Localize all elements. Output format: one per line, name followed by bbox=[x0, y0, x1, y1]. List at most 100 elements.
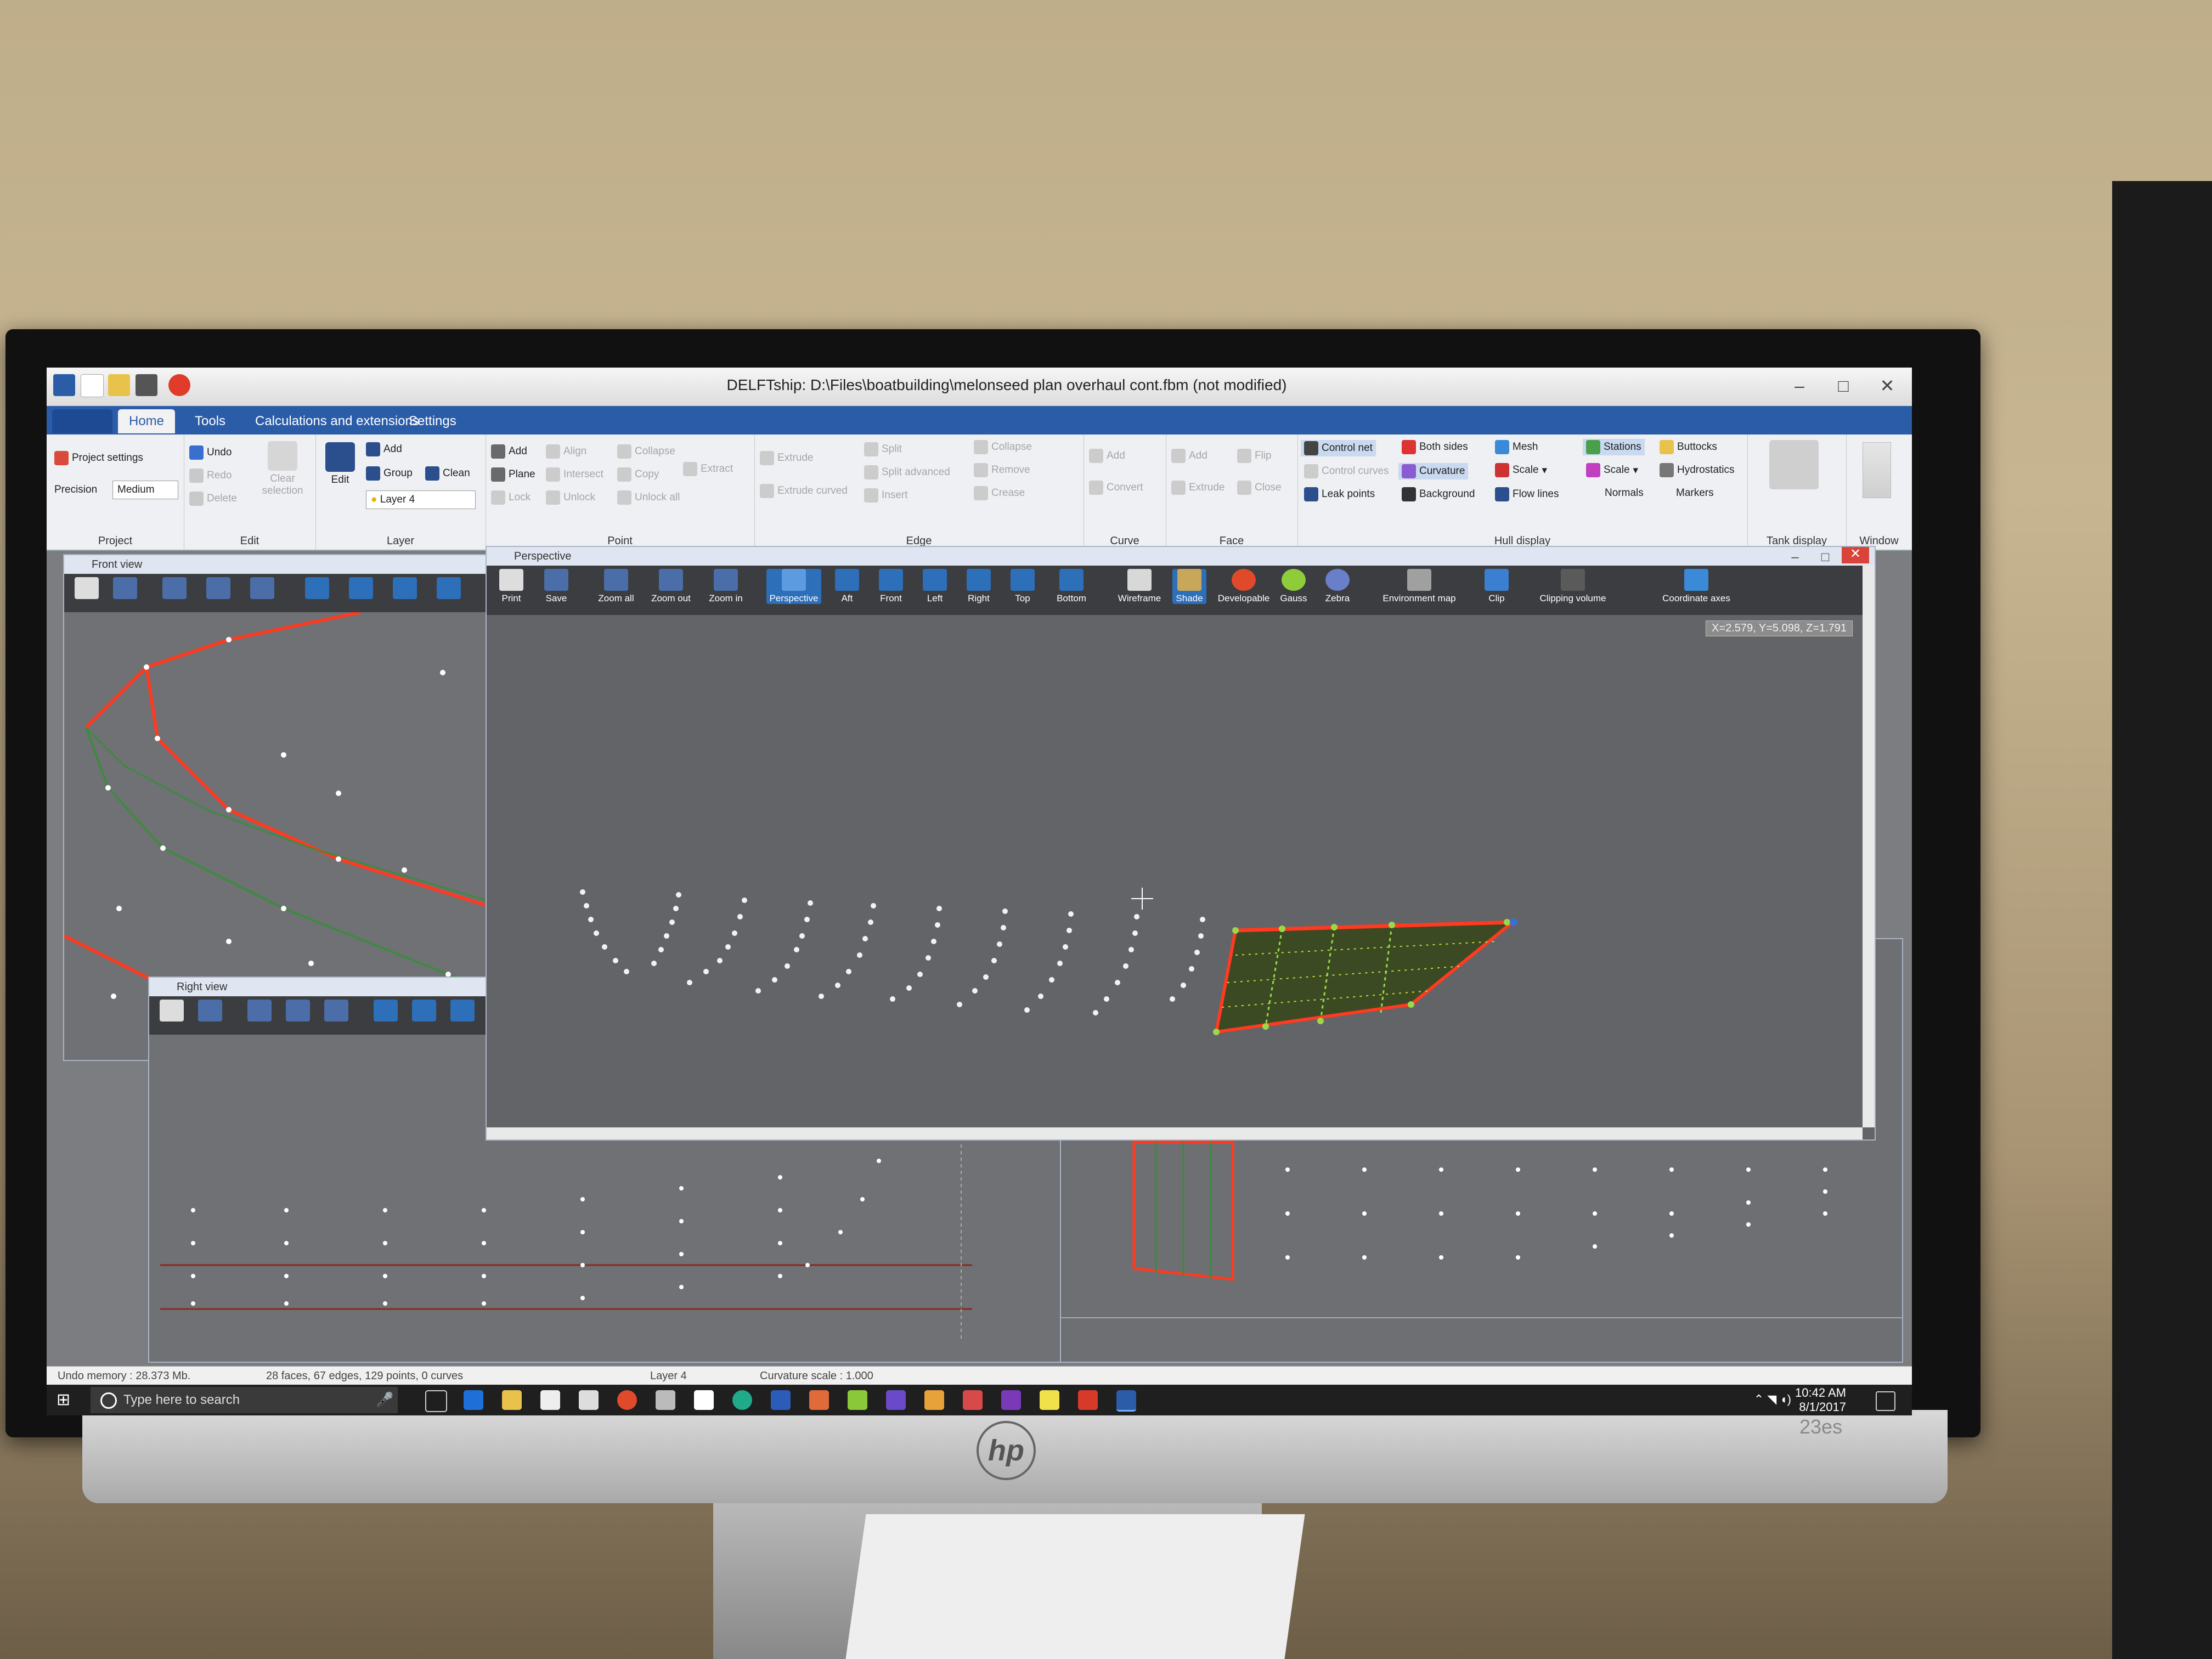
arduino-icon[interactable] bbox=[732, 1390, 752, 1410]
app-icon-15[interactable] bbox=[924, 1390, 944, 1410]
front-view-button[interactable]: Front bbox=[874, 569, 908, 604]
app-icon-7[interactable] bbox=[656, 1390, 675, 1410]
save-button[interactable]: Save bbox=[539, 569, 573, 604]
face-close-button[interactable]: Close bbox=[1237, 481, 1282, 495]
layer-add-button[interactable]: Add bbox=[366, 442, 402, 456]
windows-start-icon[interactable]: ⊞ bbox=[57, 1391, 74, 1409]
edge-extrude-curved-button[interactable]: Extrude curved bbox=[760, 484, 848, 498]
system-tray-icons[interactable]: ⌃ ◥ ◖) bbox=[1754, 1392, 1791, 1407]
action-center-icon[interactable] bbox=[1876, 1391, 1895, 1411]
curve-convert-button[interactable]: Convert bbox=[1089, 481, 1143, 495]
normals-toggle[interactable]: Normals bbox=[1605, 487, 1644, 499]
perspective-vertical-scrollbar[interactable] bbox=[1863, 566, 1875, 1127]
layer-select[interactable]: ● Layer 4 bbox=[366, 490, 476, 509]
bottom-view-button[interactable]: Bottom bbox=[1049, 569, 1093, 604]
right-view-button[interactable]: Right bbox=[962, 569, 996, 604]
print-button[interactable]: Print bbox=[494, 569, 528, 604]
layer-edit-button[interactable]: Edit bbox=[321, 442, 359, 486]
project-settings-button[interactable]: Project settings bbox=[54, 451, 143, 465]
front-front-button[interactable] bbox=[388, 577, 422, 601]
edge-remove-button[interactable]: Remove bbox=[974, 463, 1030, 477]
chrome-icon[interactable] bbox=[617, 1390, 637, 1410]
taskbar-time[interactable]: 10:42 AM bbox=[1795, 1386, 1846, 1400]
close-project-icon[interactable] bbox=[168, 374, 190, 396]
edge-split-button[interactable]: Split bbox=[864, 442, 902, 456]
notepad-icon[interactable] bbox=[694, 1390, 714, 1410]
coordinate-axes-button[interactable]: Coordinate axes bbox=[1650, 569, 1743, 604]
front-aft-button[interactable] bbox=[344, 577, 378, 601]
app-icon-14[interactable] bbox=[886, 1390, 906, 1410]
perspective-close-button[interactable]: ✕ bbox=[1842, 547, 1869, 563]
shade-button[interactable]: Shade bbox=[1172, 569, 1206, 604]
zebra-button[interactable]: Zebra bbox=[1321, 569, 1355, 604]
environment-map-button[interactable]: Environment map bbox=[1375, 569, 1463, 604]
microphone-icon[interactable]: 🎤 bbox=[376, 1391, 393, 1408]
tab-settings[interactable]: Settings bbox=[398, 409, 467, 433]
open-folder-icon[interactable] bbox=[108, 374, 130, 396]
edge-extrude-button[interactable]: Extrude bbox=[760, 451, 813, 465]
undo-button[interactable]: Undo bbox=[189, 445, 232, 460]
leak-points-toggle[interactable]: Leak points bbox=[1304, 487, 1375, 501]
edge-browser-icon[interactable] bbox=[464, 1390, 483, 1410]
front-zoom-in-button[interactable] bbox=[245, 577, 279, 601]
face-add-button[interactable]: Add bbox=[1171, 449, 1207, 463]
wireframe-button[interactable]: Wireframe bbox=[1112, 569, 1167, 604]
acrobat-icon[interactable] bbox=[1078, 1390, 1098, 1410]
right-front-button[interactable] bbox=[445, 1000, 479, 1024]
app-icon-13[interactable] bbox=[848, 1390, 867, 1410]
edge-split-advanced-button[interactable]: Split advanced bbox=[864, 465, 950, 479]
control-net-toggle[interactable]: Control net bbox=[1301, 440, 1376, 456]
buttocks-toggle[interactable]: Buttocks bbox=[1660, 440, 1717, 454]
gauss-button[interactable]: Gauss bbox=[1277, 569, 1311, 604]
control-curves-toggle[interactable]: Control curves bbox=[1304, 464, 1389, 478]
scale-menu-1[interactable]: Scale ▾ bbox=[1495, 463, 1547, 477]
tank-display-icon[interactable] bbox=[1769, 440, 1819, 489]
precision-select[interactable]: Medium bbox=[112, 481, 178, 499]
face-extrude-button[interactable]: Extrude bbox=[1171, 481, 1224, 495]
task-view-icon[interactable] bbox=[425, 1390, 447, 1412]
point-extract-button[interactable]: Extract bbox=[683, 462, 733, 476]
scale-menu-2[interactable]: Scale ▾ bbox=[1586, 463, 1638, 477]
app-icon[interactable] bbox=[53, 374, 75, 396]
perspective-canvas[interactable] bbox=[487, 615, 1875, 1125]
layer-group-button[interactable]: Group bbox=[366, 466, 413, 481]
taskbar-search-box[interactable]: Type here to search bbox=[91, 1387, 398, 1413]
clip-button[interactable]: Clip bbox=[1480, 569, 1514, 604]
point-copy-button[interactable]: Copy bbox=[617, 467, 659, 482]
edge-collapse-button[interactable]: Collapse bbox=[974, 440, 1032, 454]
point-collapse-button[interactable]: Collapse bbox=[617, 444, 675, 459]
file-explorer-icon[interactable] bbox=[502, 1390, 522, 1410]
background-toggle[interactable]: Background bbox=[1402, 487, 1475, 501]
hull-panel-surface[interactable] bbox=[1214, 920, 1517, 1034]
window-icon[interactable] bbox=[1863, 442, 1891, 498]
right-save-button[interactable] bbox=[193, 1000, 227, 1024]
tab-home[interactable]: Home bbox=[118, 409, 176, 433]
redo-button[interactable]: Redo bbox=[189, 469, 232, 483]
perspective-view-button[interactable]: Perspective bbox=[766, 569, 821, 604]
onenote-icon[interactable] bbox=[1001, 1390, 1021, 1410]
point-unlock-button[interactable]: Unlock bbox=[546, 490, 595, 505]
clear-selection-button[interactable]: Clear selection bbox=[255, 441, 310, 497]
taskbar-date[interactable]: 8/1/2017 bbox=[1799, 1400, 1846, 1414]
curvature-toggle[interactable]: Curvature bbox=[1398, 463, 1469, 479]
perspective-horizontal-scrollbar[interactable] bbox=[487, 1127, 1863, 1139]
both-sides-toggle[interactable]: Both sides bbox=[1402, 440, 1468, 454]
point-lock-button[interactable]: Lock bbox=[491, 490, 531, 505]
mesh-toggle[interactable]: Mesh bbox=[1495, 440, 1538, 454]
right-print-button[interactable] bbox=[155, 1000, 189, 1024]
aft-view-button[interactable]: Aft bbox=[830, 569, 864, 604]
stations-toggle[interactable]: Stations bbox=[1583, 439, 1645, 455]
point-plane-button[interactable]: Plane bbox=[491, 467, 535, 482]
right-aft-button[interactable] bbox=[407, 1000, 441, 1024]
mail-icon[interactable] bbox=[579, 1390, 599, 1410]
maximize-button[interactable]: □ bbox=[1830, 373, 1857, 398]
right-zoom-out-button[interactable] bbox=[281, 1000, 315, 1024]
minimize-button[interactable]: – bbox=[1786, 373, 1813, 398]
face-flip-button[interactable]: Flip bbox=[1237, 449, 1272, 463]
front-zoom-all-button[interactable] bbox=[157, 577, 191, 601]
layer-clean-button[interactable]: Clean bbox=[425, 466, 470, 481]
delete-button[interactable]: Delete bbox=[189, 492, 237, 506]
zoom-out-button[interactable]: Zoom out bbox=[649, 569, 693, 604]
store-icon[interactable] bbox=[540, 1390, 560, 1410]
front-zoom-out-button[interactable] bbox=[201, 577, 235, 601]
